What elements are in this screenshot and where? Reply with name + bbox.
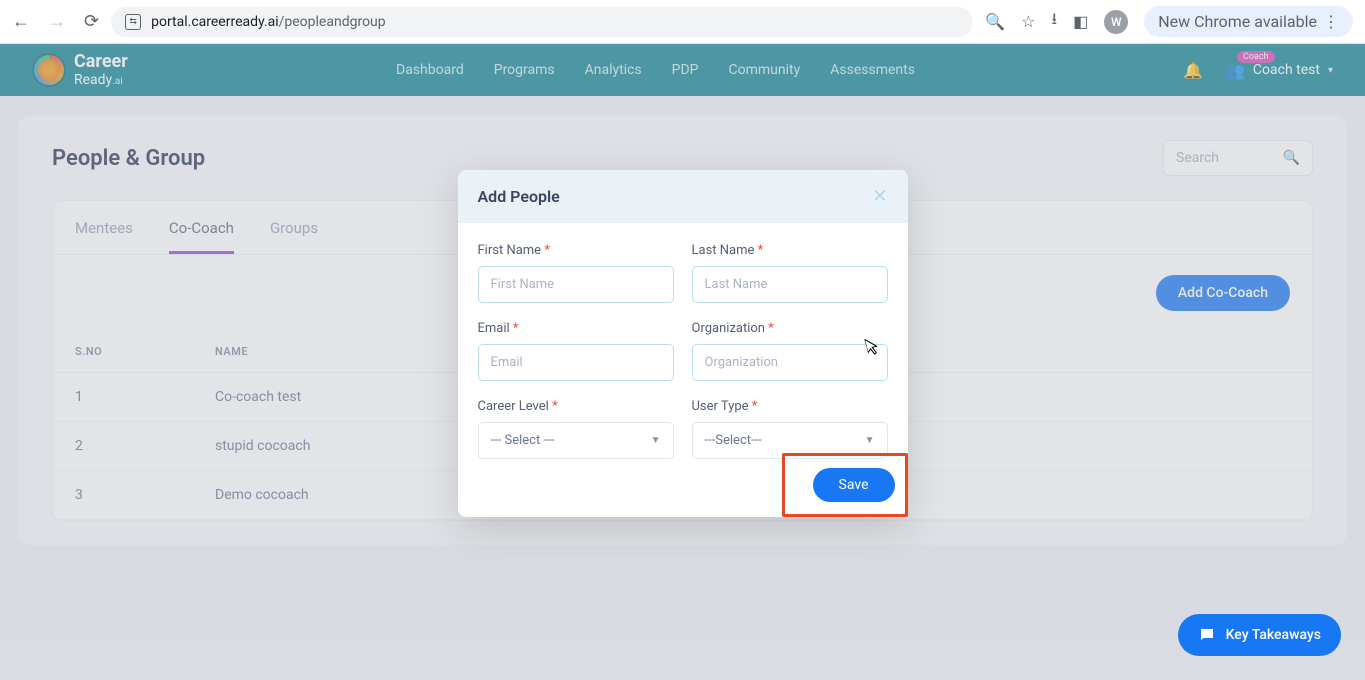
url-path: /peopleandgroup bbox=[279, 14, 386, 30]
last-name-field[interactable] bbox=[692, 266, 888, 303]
add-people-modal: Add People ✕ First Name * Last Name * Em… bbox=[458, 170, 908, 517]
bookmark-icon[interactable]: ☆ bbox=[1021, 12, 1035, 31]
address-bar[interactable]: ⇆ portal.careerready.ai/peopleandgroup bbox=[111, 7, 973, 37]
key-takeaways-button[interactable]: Key Takeaways bbox=[1178, 614, 1341, 656]
modal-title: Add People bbox=[478, 187, 560, 206]
reload-icon[interactable]: ⟳ bbox=[84, 11, 99, 32]
forward-icon[interactable]: → bbox=[48, 11, 66, 32]
user-type-value: ---Select--- bbox=[705, 433, 762, 448]
panel-icon[interactable]: ◧ bbox=[1073, 12, 1088, 31]
chat-icon bbox=[1198, 626, 1216, 644]
chrome-update-label: New Chrome available bbox=[1158, 12, 1317, 31]
browser-toolbar: ← → ⟳ ⇆ portal.careerready.ai/peopleandg… bbox=[0, 0, 1365, 44]
chrome-update-button[interactable]: New Chrome available ⋮ bbox=[1144, 6, 1353, 37]
back-icon[interactable]: ← bbox=[12, 11, 30, 32]
annotation-highlight: Save bbox=[782, 453, 908, 517]
career-level-label: Career Level * bbox=[478, 399, 674, 414]
chevron-down-icon: ▼ bbox=[651, 435, 661, 446]
organization-label: Organization * bbox=[692, 321, 888, 336]
email-label: Email * bbox=[478, 321, 674, 336]
first-name-field[interactable] bbox=[478, 266, 674, 303]
last-name-label: Last Name * bbox=[692, 243, 888, 258]
download-icon[interactable]: ⭳ bbox=[1052, 8, 1058, 35]
profile-avatar[interactable]: W bbox=[1104, 10, 1128, 34]
zoom-icon[interactable]: 🔍 bbox=[985, 12, 1005, 31]
first-name-label: First Name * bbox=[478, 243, 674, 258]
career-level-value: --- Select --- bbox=[491, 433, 555, 448]
user-type-label: User Type * bbox=[692, 399, 888, 414]
save-button[interactable]: Save bbox=[813, 468, 895, 502]
kebab-icon: ⋮ bbox=[1323, 12, 1339, 31]
chevron-down-icon: ▼ bbox=[865, 435, 875, 446]
site-settings-icon[interactable]: ⇆ bbox=[125, 14, 141, 30]
email-field[interactable] bbox=[478, 344, 674, 381]
key-takeaways-label: Key Takeaways bbox=[1226, 627, 1321, 643]
close-icon[interactable]: ✕ bbox=[872, 186, 887, 207]
url-host: portal.careerready.ai bbox=[151, 14, 279, 30]
career-level-select[interactable]: --- Select --- ▼ bbox=[478, 422, 674, 459]
organization-field[interactable] bbox=[692, 344, 888, 381]
